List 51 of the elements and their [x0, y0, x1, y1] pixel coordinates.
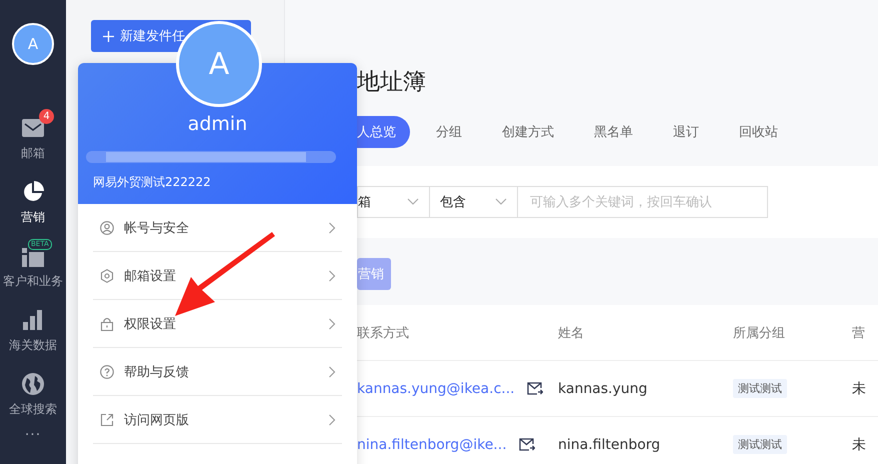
nav-item[interactable]: 营销 — [0, 171, 66, 235]
table-cell-text: nina.filtenborg — [558, 436, 662, 452]
chevron-right-icon — [328, 270, 336, 282]
unread-badge: 4 — [39, 109, 54, 124]
menu-item[interactable]: 帮助与反馈 — [93, 348, 342, 396]
email-link[interactable]: kannas.yung@ikea.c... — [357, 380, 515, 396]
tab[interactable]: 分组 — [422, 116, 476, 148]
table-cell-text: kannas.yung — [558, 380, 648, 396]
table-cell-text: 未 — [852, 436, 867, 454]
column-header: 营 — [852, 324, 866, 342]
column-header: 所属分组 — [733, 324, 786, 342]
email-link[interactable]: nina.filtenborg@ike... — [357, 436, 507, 452]
keyword-input[interactable]: 可输入多个关键词，按回车确认 — [518, 186, 768, 218]
nav-item[interactable]: 全球搜索 — [0, 363, 66, 427]
pie-chart-icon — [22, 181, 44, 203]
send-mail-icon[interactable] — [526, 382, 543, 395]
group-tag: 测试测试 — [733, 435, 787, 454]
more-button[interactable]: ··· — [24, 427, 42, 443]
help-icon — [100, 364, 114, 378]
plus-icon — [103, 30, 114, 42]
chevron-down-icon — [495, 198, 507, 206]
tab[interactable]: 退订 — [659, 116, 713, 148]
chevron-right-icon — [328, 414, 336, 426]
tab[interactable]: 回收站 — [725, 116, 792, 148]
group-tag: 测试测试 — [733, 379, 787, 398]
operator-select[interactable]: 包含 — [430, 186, 518, 218]
chevron-down-icon — [407, 198, 419, 206]
chevron-right-icon — [328, 366, 336, 378]
menu-item[interactable]: 访问网页版 — [93, 396, 342, 444]
lock-icon — [100, 316, 114, 330]
tab[interactable]: 黑名单 — [580, 116, 647, 148]
nav-item[interactable]: 4 邮箱 — [0, 107, 66, 171]
settings-icon — [100, 268, 114, 282]
field-select[interactable]: 箱 — [357, 186, 430, 218]
chevron-right-icon — [328, 318, 336, 330]
mail-icon — [22, 119, 44, 137]
user-icon — [100, 220, 114, 234]
globe-icon — [22, 373, 44, 395]
bar-chart-icon — [23, 310, 43, 330]
send-mail-icon[interactable] — [518, 438, 535, 451]
blocks-icon — [22, 245, 44, 267]
nav-item[interactable]: 海关数据 — [0, 299, 66, 363]
company-name: 网易外贸测试222222 — [93, 174, 211, 191]
column-header: 联系方式 — [357, 324, 410, 342]
tab[interactable]: 创建方式 — [488, 116, 568, 148]
page-title: 地址簿 — [357, 68, 427, 97]
column-header: 姓名 — [558, 324, 585, 342]
user-name: admin — [188, 113, 248, 135]
chevron-right-icon — [328, 222, 336, 234]
table-cell-text: 未 — [852, 380, 867, 398]
external-link-icon — [100, 412, 114, 426]
